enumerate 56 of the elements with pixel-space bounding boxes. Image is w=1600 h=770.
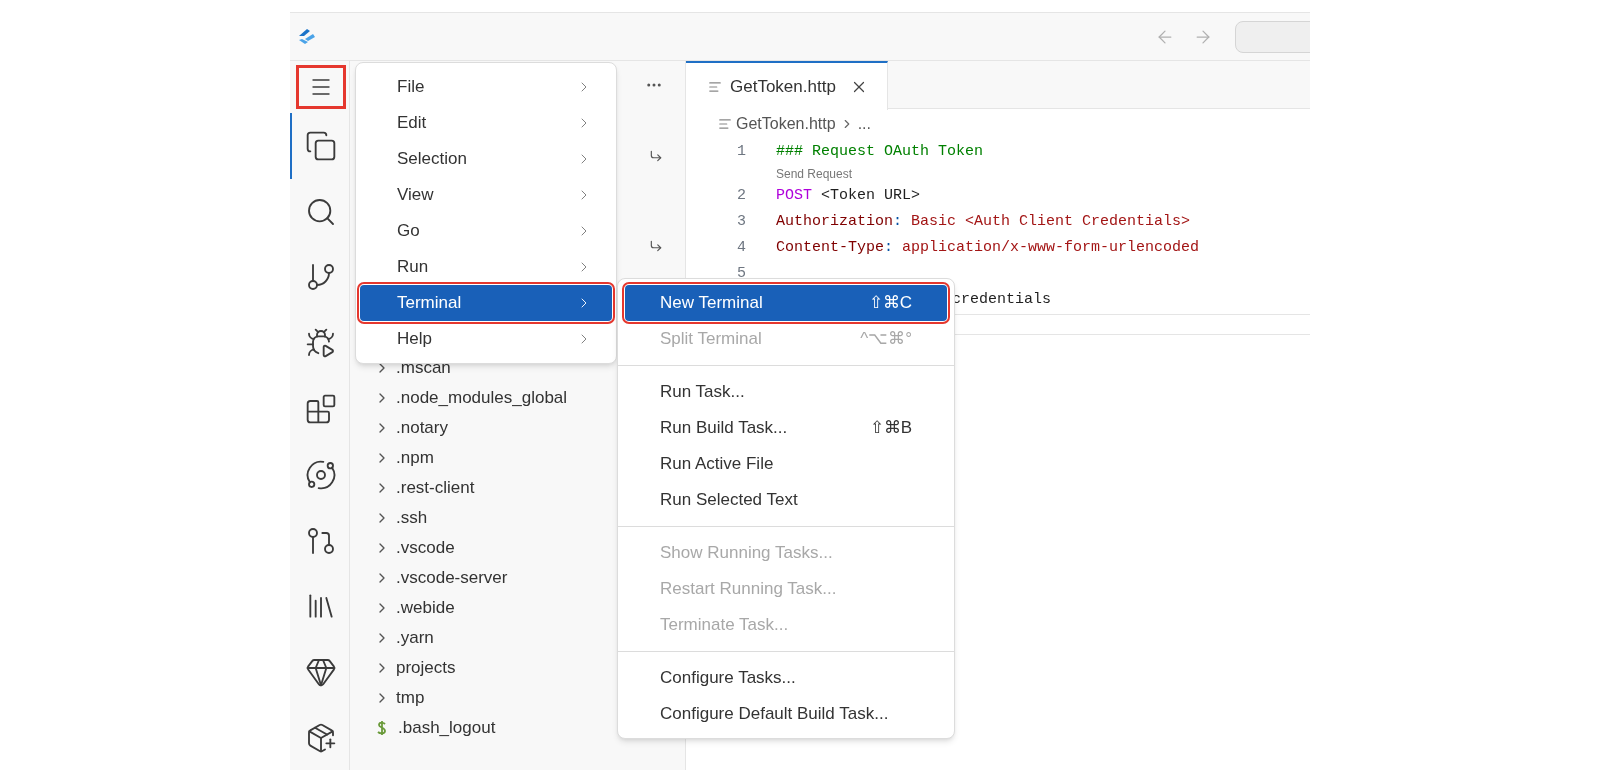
- breadcrumb-item[interactable]: GetToken.http: [736, 112, 836, 136]
- bug-play-icon: [304, 327, 337, 360]
- dollar-icon: [376, 720, 388, 736]
- command-center-field[interactable]: [1235, 20, 1310, 53]
- tree-item[interactable]: .node_modules_global: [374, 383, 568, 413]
- menu-button[interactable]: [295, 64, 346, 109]
- menu-item[interactable]: Configure Default Build Task...: [625, 696, 947, 732]
- menu-item[interactable]: Edit: [360, 105, 612, 141]
- menu-item[interactable]: Run Build Task... ⇧⌘B: [625, 410, 947, 446]
- tree-item[interactable]: .vscode-server: [374, 563, 508, 593]
- code-line: Content-Type: application/x-www-form-urlencoded: [776, 238, 1200, 256]
- files-icon: [304, 129, 337, 162]
- tree-item[interactable]: .ssh: [374, 503, 428, 533]
- line-number: 5: [737, 264, 746, 282]
- menu-item[interactable]: Run Task...: [625, 374, 947, 410]
- menu-item[interactable]: Run Selected Text: [625, 482, 947, 518]
- line-number: 4: [737, 238, 746, 256]
- menu-item[interactable]: File: [360, 69, 612, 105]
- editor-tab[interactable]: GetToken.http: [686, 61, 888, 110]
- shortcut-label: ⇧⌘C: [868, 292, 912, 315]
- tree-item[interactable]: .npm: [374, 443, 434, 473]
- menu-item[interactable]: Run: [360, 249, 612, 285]
- arrow-icon[interactable]: [649, 149, 663, 163]
- shortcut-label: ⇧⌘B: [869, 417, 912, 440]
- menu-item[interactable]: View: [360, 177, 612, 213]
- menu-item[interactable]: Selection: [360, 141, 612, 177]
- line-number: 1: [737, 142, 746, 160]
- code-line: credentials: [952, 290, 1052, 308]
- tree-item[interactable]: .yarn: [374, 623, 434, 653]
- menu-item[interactable]: Terminal: [360, 285, 612, 321]
- tree-item[interactable]: projects: [374, 653, 456, 683]
- tree-item[interactable]: .bash_logout: [374, 713, 496, 743]
- line-number: 3: [737, 212, 746, 230]
- send-request-link[interactable]: Send Request: [776, 165, 853, 183]
- tree-item[interactable]: .notary: [374, 413, 448, 443]
- code-line: ### Request OAuth Token: [776, 142, 984, 160]
- arrow-icon[interactable]: [649, 239, 663, 253]
- code-line: Authorization: Basic <Auth Client Credentials>: [776, 212, 1191, 230]
- menu-item[interactable]: New Terminal ⇧⌘C: [625, 285, 947, 321]
- code-line: POST <Token URL>: [776, 186, 921, 204]
- menu-item[interactable]: Configure Tasks...: [625, 660, 947, 696]
- menu-item[interactable]: Help: [360, 321, 612, 357]
- tree-item[interactable]: .webide: [374, 593, 455, 623]
- tree-item[interactable]: tmp: [374, 683, 425, 713]
- gem-icon: [304, 656, 337, 689]
- line-number: 2: [737, 186, 746, 204]
- orbit-icon: [304, 458, 337, 491]
- shortcut-label: ^⌥⌘°: [860, 328, 912, 351]
- blocks-icon: [304, 393, 337, 425]
- file-icon: [708, 79, 722, 94]
- menu-item[interactable]: Run Active File: [625, 446, 947, 482]
- menu-item[interactable]: Go: [360, 213, 612, 249]
- tree-item[interactable]: .vscode: [374, 533, 455, 563]
- file-icon: [718, 117, 732, 131]
- tree-item[interactable]: .rest-client: [374, 473, 475, 503]
- breadcrumb-item[interactable]: ...: [857, 112, 871, 136]
